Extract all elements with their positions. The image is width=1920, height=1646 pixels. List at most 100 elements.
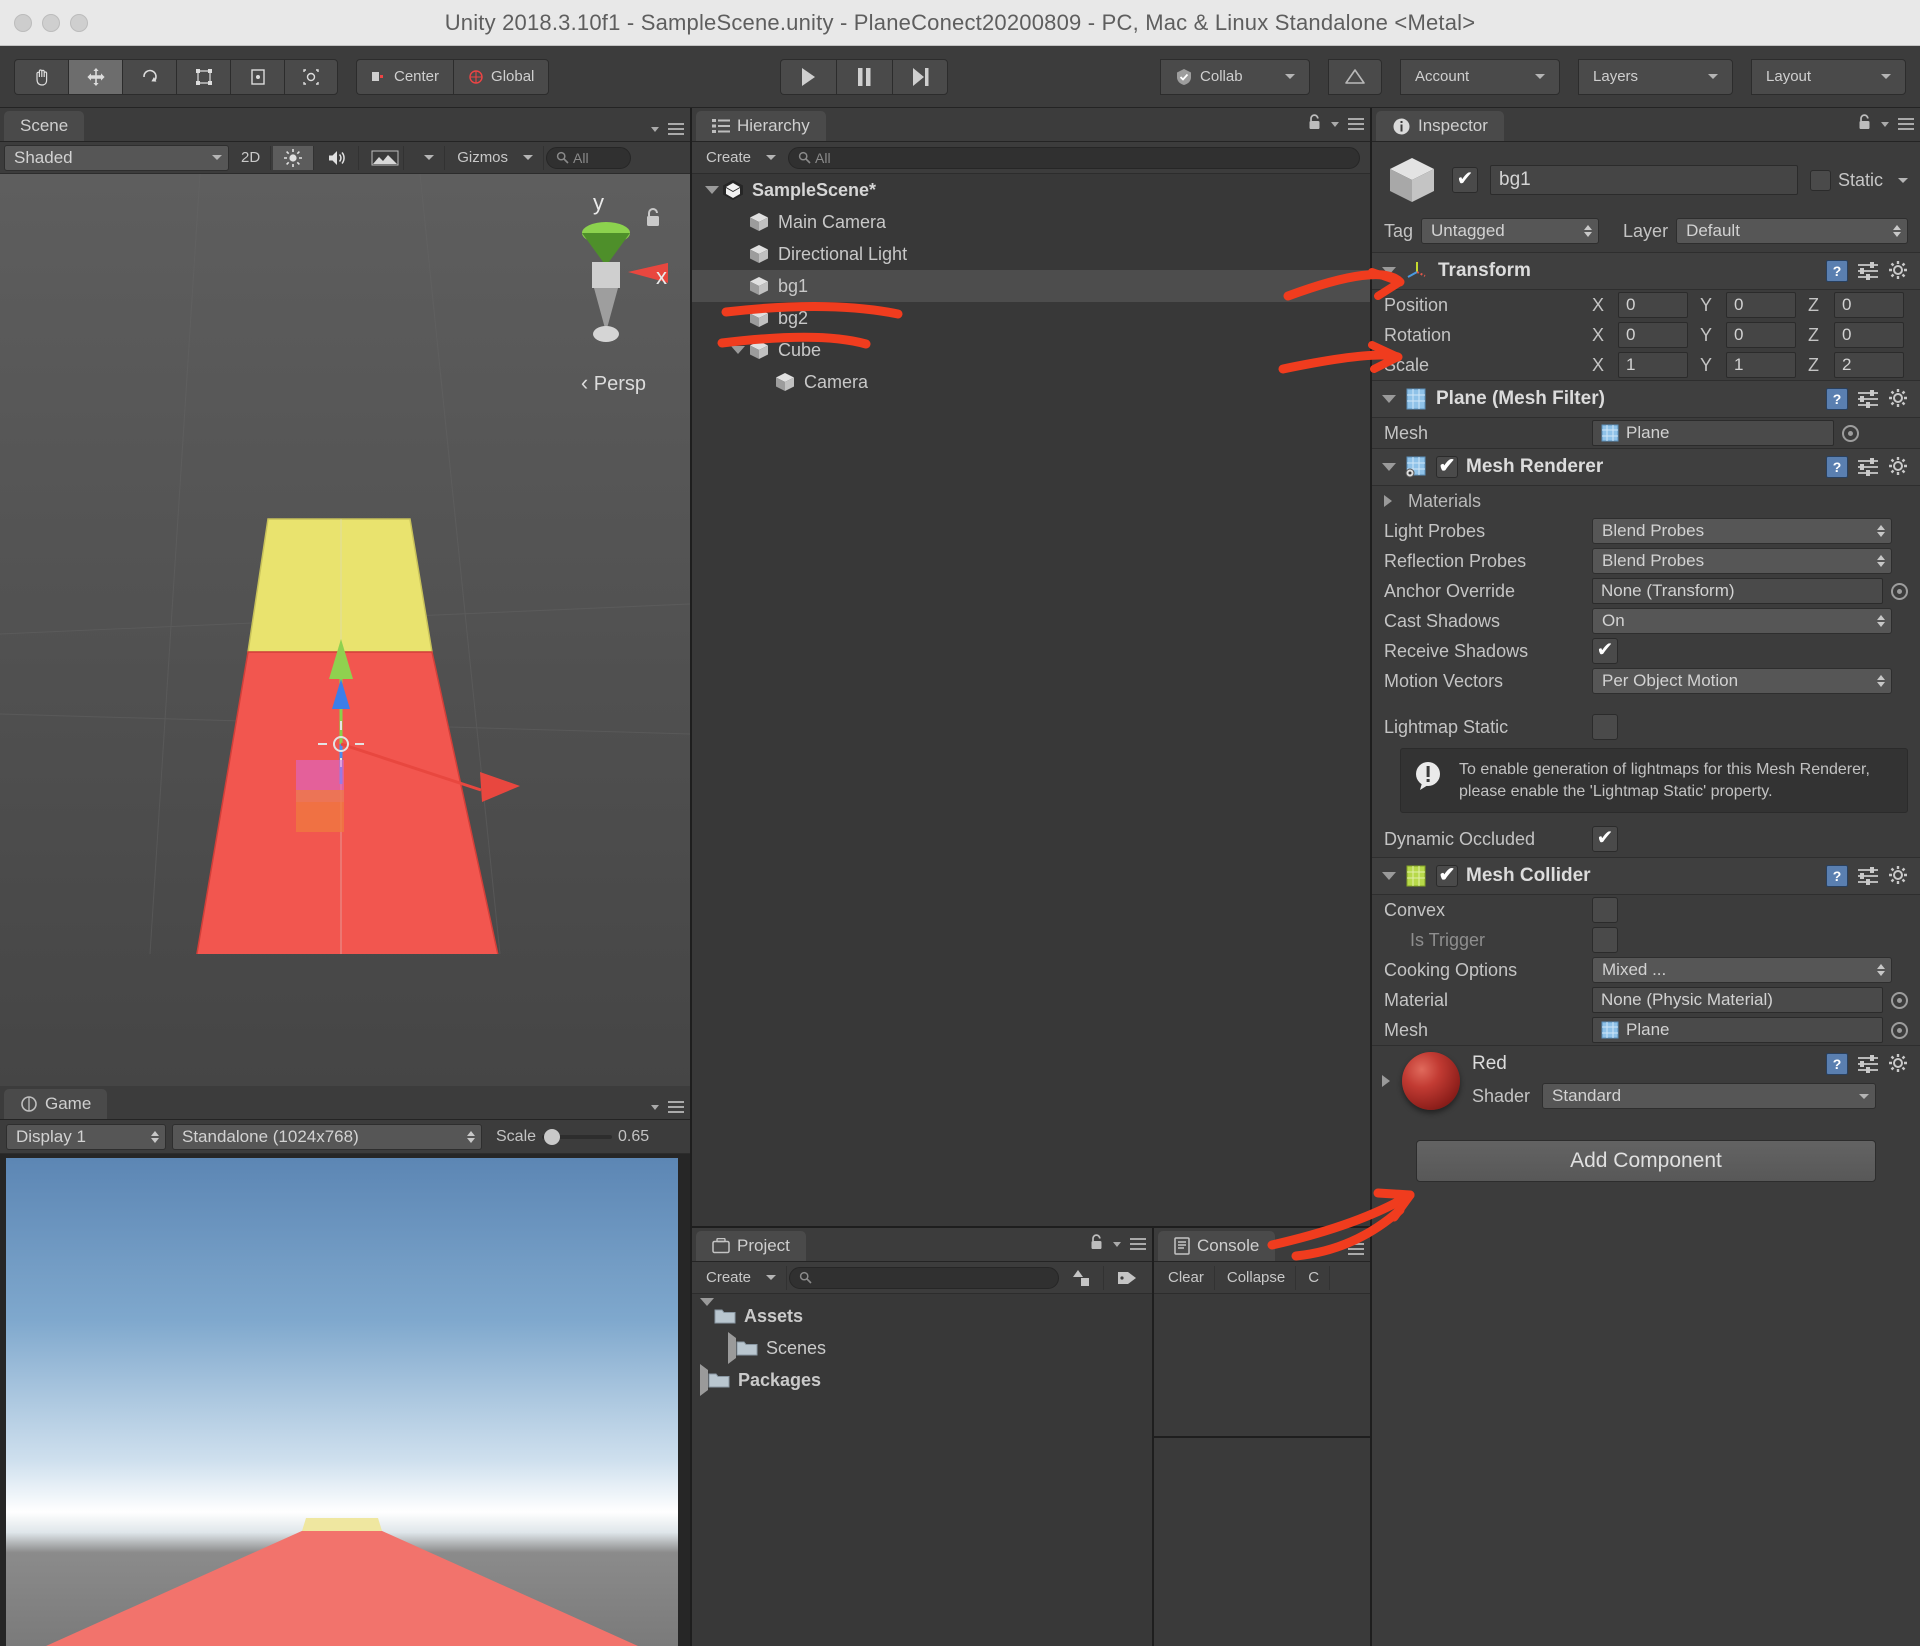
transform-component-header[interactable]: Transform ?	[1372, 252, 1920, 290]
preset-icon[interactable]	[1857, 1054, 1879, 1074]
console-panel-menu[interactable]	[1331, 1243, 1364, 1255]
hamburger-icon[interactable]	[1130, 1238, 1146, 1250]
inspector-panel-menu[interactable]	[1857, 113, 1914, 135]
help-icon[interactable]: ?	[1826, 865, 1848, 888]
position-y-input[interactable]: 0	[1726, 292, 1796, 318]
foldout-triangle-icon[interactable]	[728, 1331, 736, 1364]
convex-checkbox[interactable]	[1592, 897, 1618, 924]
scene-projection-label[interactable]: ‹ Persp	[581, 370, 646, 396]
mesh-collider-component-header[interactable]: Mesh Collider ?	[1372, 857, 1920, 896]
scene-effects-icon[interactable]	[361, 145, 405, 170]
help-icon[interactable]: ?	[1826, 456, 1848, 478]
hierarchy-item-bg1[interactable]: bg1	[692, 270, 1370, 302]
collab-button[interactable]: Collab	[1160, 58, 1311, 95]
hierarchy-search-input[interactable]: All	[788, 146, 1360, 169]
inspector-body[interactable]: bg1 Static Tag Untagged Layer	[1372, 142, 1920, 1646]
mesh-collider-enabled-checkbox[interactable]	[1436, 865, 1458, 888]
cooking-options-dropdown[interactable]: Mixed ...	[1592, 957, 1892, 984]
hierarchy-item-camera[interactable]: Camera	[692, 366, 1370, 398]
game-scale-slider[interactable]	[542, 1128, 613, 1145]
mesh-object-field[interactable]: Plane	[1592, 420, 1834, 446]
hamburger-icon[interactable]	[1348, 1243, 1364, 1255]
tab-scene[interactable]: Scene	[4, 111, 85, 141]
inspector-lock-icon[interactable]	[1857, 113, 1872, 135]
help-icon[interactable]: ?	[1826, 388, 1848, 410]
project-item-assets[interactable]: Assets	[692, 1297, 1152, 1332]
gizmos-dropdown[interactable]: Gizmos	[447, 145, 545, 170]
hierarchy-create-button[interactable]: Create	[696, 146, 786, 170]
hamburger-icon[interactable]	[1348, 118, 1364, 130]
foldout-triangle-icon[interactable]	[1382, 1075, 1390, 1088]
receive-shadows-checkbox[interactable]	[1592, 638, 1618, 664]
preset-icon[interactable]	[1857, 457, 1879, 477]
gameobject-enabled-checkbox[interactable]	[1452, 167, 1478, 193]
project-filter-label-icon[interactable]	[1106, 1266, 1148, 1290]
scale-tool-icon[interactable]	[176, 58, 230, 95]
position-z-input[interactable]: 0	[1834, 292, 1904, 318]
tab-project[interactable]: Project	[696, 1231, 806, 1261]
scale-x-input[interactable]: 1	[1618, 352, 1688, 378]
position-x-input[interactable]: 0	[1618, 292, 1688, 318]
material-select-icon[interactable]	[1891, 991, 1908, 1009]
rotation-y-input[interactable]: 0	[1726, 322, 1796, 348]
hierarchy-tree[interactable]: SampleScene* Main Camera Directional Light…	[692, 174, 1370, 1226]
pause-button[interactable]	[835, 58, 892, 95]
preset-icon[interactable]	[1857, 866, 1879, 886]
console-log-list[interactable]	[1154, 1294, 1370, 1436]
gear-icon[interactable]	[1888, 1053, 1910, 1075]
toggle-2d-button[interactable]: 2D	[231, 145, 272, 170]
hierarchy-item-samplescene[interactable]: SampleScene*	[692, 174, 1370, 206]
scale-z-input[interactable]: 2	[1834, 352, 1904, 378]
pivot-mode-button[interactable]: Center	[356, 58, 454, 95]
project-tree[interactable]: Assets Scenes Packages	[692, 1294, 1152, 1646]
hierarchy-lock-icon[interactable]	[1307, 113, 1322, 135]
preset-icon[interactable]	[1857, 389, 1879, 409]
help-icon[interactable]: ?	[1826, 1053, 1848, 1076]
rotation-x-input[interactable]: 0	[1618, 322, 1688, 348]
foldout-triangle-icon[interactable]	[1382, 872, 1396, 881]
project-item-packages[interactable]: Packages	[692, 1363, 1152, 1396]
project-search-input[interactable]	[789, 1266, 1059, 1289]
rotation-z-input[interactable]: 0	[1834, 322, 1904, 348]
rotate-tool-icon[interactable]	[122, 58, 176, 95]
console-third-button[interactable]: C	[1298, 1265, 1331, 1290]
foldout-triangle-icon[interactable]	[728, 346, 748, 354]
scene-lock-icon[interactable]	[644, 206, 662, 233]
tab-hierarchy[interactable]: Hierarchy	[696, 111, 826, 141]
mesh-renderer-component-header[interactable]: Mesh Renderer ?	[1372, 448, 1920, 486]
project-item-scenes[interactable]: Scenes	[692, 1331, 1152, 1364]
mesh-filter-component-header[interactable]: Plane (Mesh Filter) ?	[1372, 380, 1920, 418]
scene-search-input[interactable]: All	[546, 146, 632, 169]
console-collapse-button[interactable]: Collapse	[1217, 1265, 1297, 1290]
motion-vectors-dropdown[interactable]: Per Object Motion	[1592, 668, 1892, 694]
cast-shadows-dropdown[interactable]: On	[1592, 608, 1892, 634]
mesh-object-field[interactable]: Plane	[1592, 1017, 1883, 1044]
hierarchy-item-cube[interactable]: Cube	[692, 334, 1370, 366]
hierarchy-panel-menu[interactable]	[1307, 113, 1364, 135]
foldout-triangle-icon[interactable]	[700, 1297, 714, 1327]
scene-panel-menu[interactable]	[651, 123, 684, 135]
gear-icon[interactable]	[1888, 260, 1910, 282]
layers-button[interactable]: Layers	[1578, 58, 1734, 95]
help-icon[interactable]: ?	[1826, 260, 1848, 282]
hierarchy-item-directional-light[interactable]: Directional Light	[692, 238, 1370, 270]
dynamic-occluded-checkbox[interactable]	[1592, 826, 1618, 853]
project-create-button[interactable]: Create	[696, 1265, 788, 1290]
game-viewport[interactable]	[0, 1154, 690, 1646]
static-toggle[interactable]: Static	[1809, 169, 1908, 191]
hamburger-icon[interactable]	[668, 123, 684, 135]
hamburger-icon[interactable]	[1898, 118, 1914, 130]
shading-mode-dropdown[interactable]: Shaded	[4, 144, 229, 171]
foldout-triangle-icon[interactable]	[702, 186, 722, 194]
hamburger-icon[interactable]	[668, 1101, 684, 1113]
reflection-probes-dropdown[interactable]: Blend Probes	[1592, 548, 1892, 574]
hierarchy-item-main-camera[interactable]: Main Camera	[692, 206, 1370, 238]
scene-viewport[interactable]: y x ‹ Persp	[0, 174, 690, 1086]
project-filter-type-icon[interactable]	[1061, 1265, 1104, 1290]
gameobject-name-input[interactable]: bg1	[1490, 165, 1798, 195]
add-component-button[interactable]: Add Component	[1416, 1140, 1876, 1183]
account-button[interactable]: Account	[1400, 58, 1561, 95]
rect-tool-icon[interactable]	[230, 58, 284, 95]
light-probes-dropdown[interactable]: Blend Probes	[1592, 518, 1892, 544]
project-lock-icon[interactable]	[1089, 1233, 1104, 1255]
